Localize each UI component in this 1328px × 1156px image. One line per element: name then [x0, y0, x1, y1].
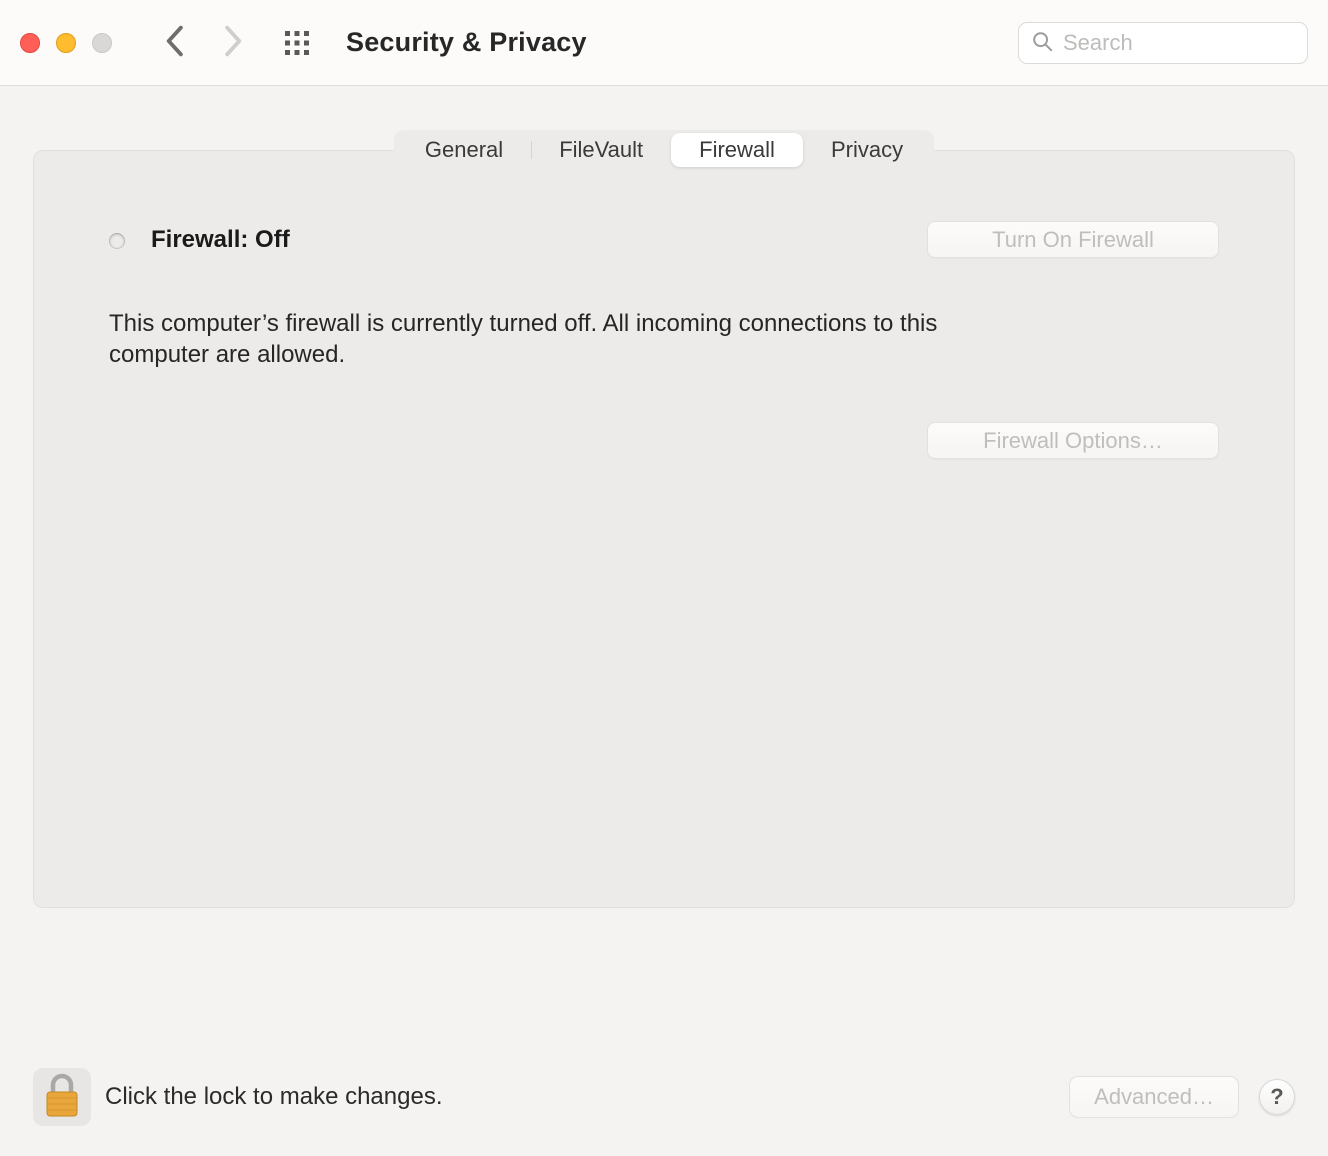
- firewall-options-button: Firewall Options…: [927, 422, 1219, 459]
- chevron-right-icon: [218, 46, 246, 61]
- window-minimize-button[interactable]: [56, 33, 76, 53]
- status-indicator-icon: [109, 233, 125, 249]
- window-zoom-button[interactable]: [92, 33, 112, 53]
- show-all-button[interactable]: [284, 30, 310, 56]
- nav-back-button[interactable]: [162, 24, 190, 61]
- search-icon: [1031, 30, 1063, 55]
- tab-filevault[interactable]: FileVault: [531, 133, 671, 167]
- advanced-button: Advanced…: [1069, 1076, 1239, 1118]
- lock-icon: [42, 1073, 82, 1122]
- firewall-status-label: Firewall: Off: [151, 226, 290, 254]
- search-field[interactable]: [1018, 22, 1308, 64]
- window-controls: [20, 33, 112, 53]
- turn-on-firewall-button: Turn On Firewall: [927, 221, 1219, 258]
- firewall-panel: Firewall: Off Turn On Firewall This comp…: [33, 150, 1295, 908]
- firewall-status-row: Firewall: Off Turn On Firewall: [109, 221, 1219, 258]
- tab-firewall[interactable]: Firewall: [671, 133, 803, 167]
- lock-hint-label: Click the lock to make changes.: [105, 1083, 443, 1111]
- help-button[interactable]: ?: [1259, 1079, 1295, 1115]
- chevron-left-icon: [162, 46, 190, 61]
- nav-forward-button: [218, 24, 246, 61]
- nav-arrows: [162, 24, 246, 61]
- search-input[interactable]: [1063, 30, 1295, 56]
- footer: Click the lock to make changes. Advanced…: [33, 1068, 1295, 1126]
- tab-general[interactable]: General: [397, 133, 531, 167]
- grid-icon: [284, 30, 310, 56]
- window-close-button[interactable]: [20, 33, 40, 53]
- tab-privacy[interactable]: Privacy: [803, 133, 931, 167]
- toolbar: Security & Privacy: [0, 0, 1328, 86]
- lock-button[interactable]: [33, 1068, 91, 1126]
- firewall-description: This computer’s firewall is currently tu…: [109, 308, 989, 370]
- page-title: Security & Privacy: [346, 27, 587, 58]
